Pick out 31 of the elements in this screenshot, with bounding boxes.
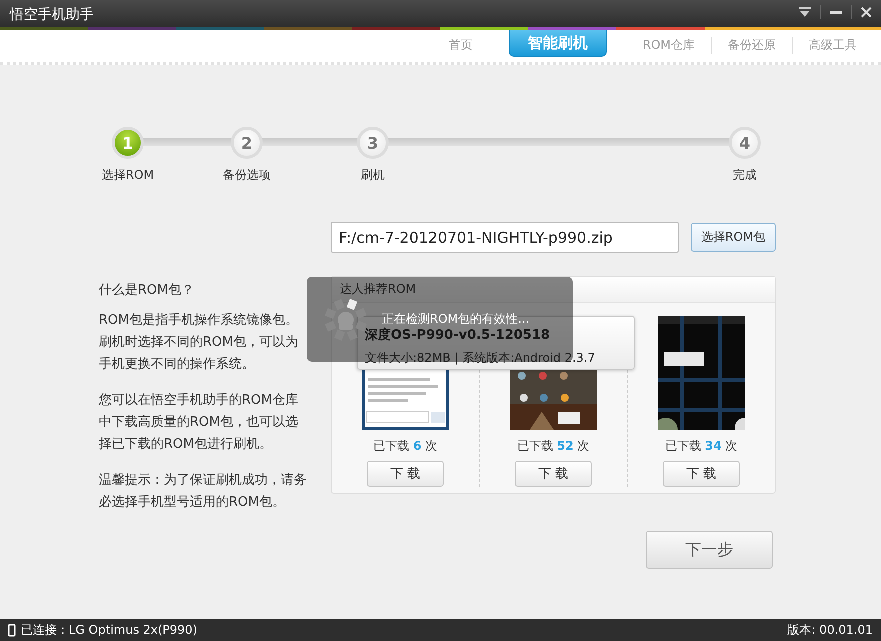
next-button[interactable]: 下一步 [646, 531, 773, 569]
step-number: 1 [112, 127, 144, 159]
step-label: 备份选项 [223, 167, 271, 184]
download-button[interactable]: 下 载 [663, 461, 740, 487]
download-count: 已下载 6 次 [373, 438, 438, 455]
version-label: 版本: 00.01.01 [788, 622, 873, 638]
loading-message: 正在检测ROM包的有效性... [382, 311, 530, 328]
download-count: 已下载 52 次 [517, 438, 590, 455]
step-label: 刷机 [361, 167, 385, 184]
panel-title: 达人推荐ROM [340, 282, 416, 296]
step-label: 选择ROM [102, 167, 154, 184]
download-button[interactable]: 下 载 [515, 461, 592, 487]
rom-name: 深度OS-P990-v0.5-120518 [365, 326, 552, 344]
download-button[interactable]: 下 载 [367, 461, 444, 487]
step-number: 4 [729, 127, 761, 159]
step-number: 3 [357, 127, 389, 159]
download-count: 已下载 34 次 [665, 438, 738, 455]
connection-status: 已连接：LG Optimus 2x(P990) [21, 622, 198, 638]
minimize-icon[interactable] [830, 10, 842, 14]
step-number: 2 [231, 127, 263, 159]
choose-rom-button[interactable]: 选择ROM包 [691, 223, 776, 252]
file-path-field[interactable]: F:/cm-7-20120701-NIGHTLY-p990.zip [331, 222, 679, 253]
dropdown-icon[interactable] [799, 7, 811, 17]
close-icon[interactable] [861, 6, 872, 18]
help-text: 您可以在悟空手机助手的ROM仓库中下载高质量的ROM包，也可以选择已下载的ROM包进行刷机。 [99, 392, 300, 454]
help-heading: 什么是ROM包？ [99, 282, 196, 300]
window-title: 悟空手机助手 [10, 6, 94, 24]
help-text: ROM包是指手机操作系统镜像包。刷机时选择不同的ROM包，可以为手机更换不同的操作系统。 [99, 312, 300, 374]
step-label: 完成 [733, 167, 757, 184]
help-text: 温馨提示：为了保证刷机成功，请务必选择手机型号适用的ROM包。 [99, 472, 308, 512]
phone-icon [8, 624, 16, 636]
